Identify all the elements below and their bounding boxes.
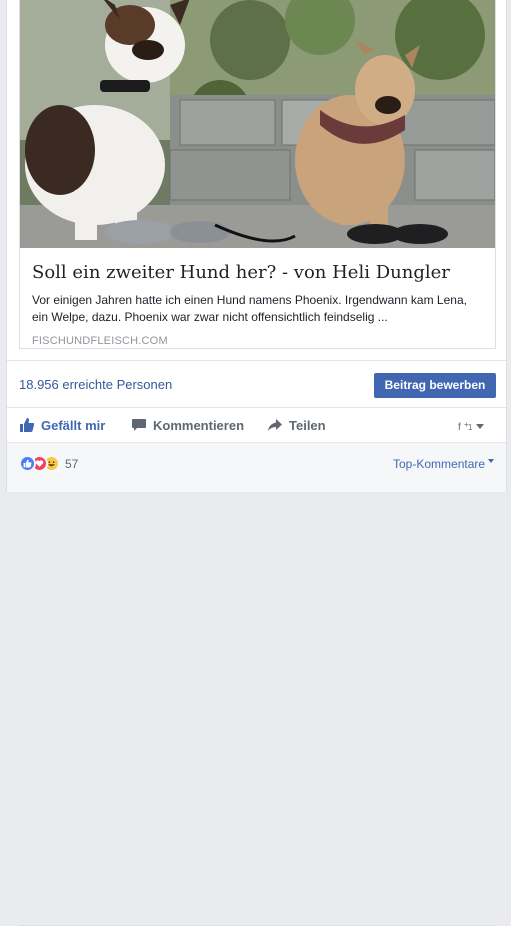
link-preview-card[interactable]: Soll ein zweiter Hund her? - von Heli Du… [19, 0, 496, 349]
comment-label: Kommentieren [153, 417, 245, 433]
boost-post-button[interactable]: Beitrag bewerben [374, 373, 496, 398]
link-preview-text[interactable]: Soll ein zweiter Hund her? - von Heli Du… [20, 248, 495, 348]
reaction-count: 57 [65, 456, 79, 471]
share-button[interactable]: Teilen [267, 416, 326, 434]
reactions-bar: 57 Top-Kommentare [7, 442, 506, 926]
people-reached-link[interactable]: 18.956 erreichte Personen [19, 377, 172, 392]
comment-icon [132, 419, 146, 431]
svg-text:f: f [458, 422, 461, 432]
link-title[interactable]: Soll ein zweiter Hund her? - von Heli Du… [32, 262, 483, 284]
svg-text:1: 1 [468, 423, 472, 432]
chevron-down-icon [476, 423, 484, 429]
reactions-summary[interactable]: 57 [19, 455, 78, 472]
thumbs-up-icon [20, 418, 35, 432]
link-preview-image[interactable] [20, 0, 495, 248]
comment-sort-dropdown[interactable]: Top-Kommentare [393, 457, 495, 471]
reach-row: 18.956 erreichte Personen Beitrag bewerb… [7, 360, 506, 408]
like-label: Gefällt mir [41, 417, 106, 433]
facebook-post: Soll ein zweiter Hund her? - von Heli Du… [6, 0, 507, 926]
chevron-down-icon [488, 459, 495, 463]
share-arrow-icon [268, 419, 282, 431]
share-label: Teilen [289, 417, 326, 433]
link-description: Vor einigen Jahren hatte ich einen Hund … [32, 293, 467, 324]
action-bar: Gefällt mir Kommentieren Teilen f + 1 [7, 408, 506, 442]
like-reaction-icon [19, 455, 36, 472]
dogs-photo [20, 0, 495, 248]
comment-sort-label: Top-Kommentare [393, 457, 486, 471]
like-button[interactable]: Gefällt mir [19, 416, 105, 434]
comment-button[interactable]: Kommentieren [131, 416, 244, 434]
link-domain: FISCHUNDFLEISCH.COM [32, 335, 168, 347]
audience-selector[interactable]: f + 1 [458, 420, 484, 432]
page-audience-icon: f + 1 [458, 420, 472, 432]
